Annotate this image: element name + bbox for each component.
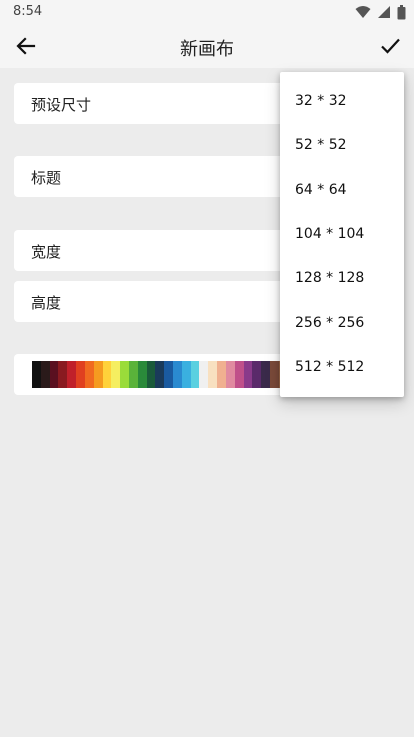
palette-swatch[interactable] xyxy=(58,361,68,388)
preset-size-label: 预设尺寸 xyxy=(31,96,92,114)
palette-swatch[interactable] xyxy=(208,361,218,388)
title-label: 标题 xyxy=(31,169,62,187)
palette-swatch[interactable] xyxy=(111,361,121,388)
status-icons xyxy=(355,4,406,20)
dropdown-option-label: 104 * 104 xyxy=(295,225,365,242)
dropdown-option[interactable]: 512 * 512 xyxy=(280,348,404,388)
wifi-icon xyxy=(355,5,371,19)
dropdown-option-label: 52 * 52 xyxy=(295,137,347,154)
dropdown-option-label: 256 * 256 xyxy=(295,314,365,331)
palette-swatch[interactable] xyxy=(32,361,41,388)
palette-swatch[interactable] xyxy=(243,361,253,388)
preset-size-dropdown: 32 * 32 52 * 52 64 * 64 104 * 104 128 * 128 2… xyxy=(280,72,404,397)
palette-swatch[interactable] xyxy=(102,361,112,388)
dropdown-option[interactable]: 128 * 128 xyxy=(280,259,404,299)
palette-swatch[interactable] xyxy=(93,361,103,388)
palette-swatch[interactable] xyxy=(173,361,182,388)
height-label: 高度 xyxy=(31,294,62,312)
page-title: 新画布 xyxy=(180,39,234,60)
palette-swatch[interactable] xyxy=(252,361,262,388)
dropdown-option-label: 512 * 512 xyxy=(295,358,365,375)
palette-swatch[interactable] xyxy=(269,361,279,388)
palette-swatch[interactable] xyxy=(217,361,226,388)
status-time: 8:54 xyxy=(13,4,43,19)
dropdown-option-label: 64 * 64 xyxy=(295,181,347,198)
palette-swatch[interactable] xyxy=(76,361,85,388)
palette-swatch[interactable] xyxy=(199,361,209,388)
palette-swatch[interactable] xyxy=(137,361,147,388)
palette-swatch[interactable] xyxy=(190,361,200,388)
palette-swatch[interactable] xyxy=(128,361,138,388)
signal-icon xyxy=(377,5,391,19)
battery-icon xyxy=(397,4,406,20)
palette-swatch[interactable] xyxy=(225,361,235,388)
dropdown-option[interactable]: 64 * 64 xyxy=(280,171,404,211)
palette-swatch[interactable] xyxy=(67,361,77,388)
palette-swatch[interactable] xyxy=(155,361,165,388)
palette-swatch[interactable] xyxy=(146,361,156,388)
palette-swatch[interactable] xyxy=(84,361,94,388)
dropdown-option[interactable]: 256 * 256 xyxy=(280,304,404,344)
dropdown-option[interactable]: 52 * 52 xyxy=(280,126,404,166)
palette-swatch[interactable] xyxy=(49,361,59,388)
app-bar: 新画布 xyxy=(0,24,414,68)
status-bar: 8:54 xyxy=(0,0,414,24)
dropdown-option-label: 32 * 32 xyxy=(295,93,347,109)
palette-swatch[interactable] xyxy=(120,361,129,388)
palette-swatch[interactable] xyxy=(234,361,244,388)
width-label: 宽度 xyxy=(31,243,62,261)
palette-swatch[interactable] xyxy=(164,361,173,388)
palette-swatch[interactable] xyxy=(40,361,50,388)
dropdown-option-label: 128 * 128 xyxy=(295,270,365,287)
palette-swatch[interactable] xyxy=(181,361,191,388)
palette-swatch[interactable] xyxy=(261,361,270,388)
dropdown-option[interactable]: 32 * 32 xyxy=(280,82,404,122)
dropdown-option[interactable]: 104 * 104 xyxy=(280,215,404,255)
check-icon[interactable] xyxy=(378,34,402,58)
